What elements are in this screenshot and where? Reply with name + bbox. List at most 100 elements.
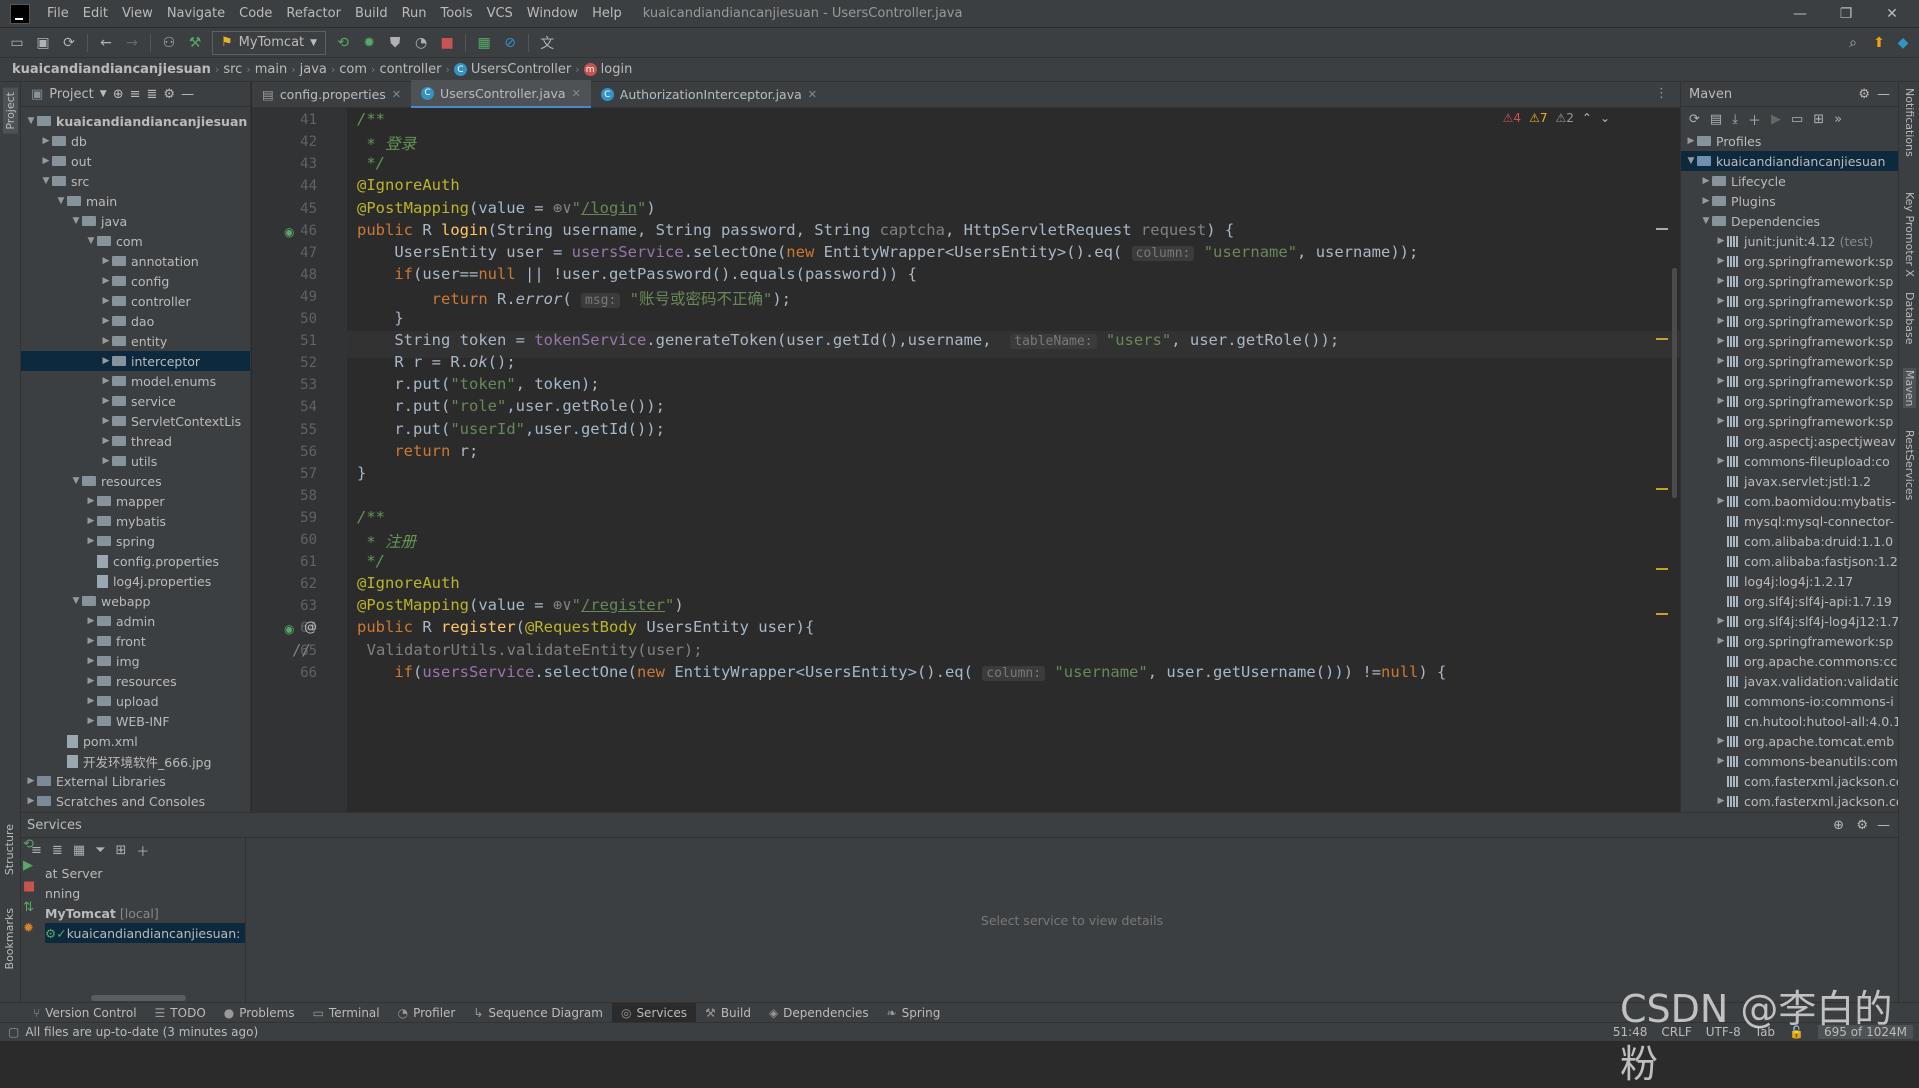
- group-by-icon[interactable]: ▦: [73, 843, 85, 858]
- expand-arrow-icon[interactable]: ▼: [25, 116, 37, 126]
- expand-arrow-icon[interactable]: ▶: [1685, 136, 1697, 146]
- code-line[interactable]: * 登录: [357, 132, 416, 154]
- maven-node[interactable]: cn.hutool:hutool-all:4.0.1: [1681, 711, 1898, 731]
- expand-arrow-icon[interactable]: ▶: [100, 256, 112, 266]
- code-line[interactable]: if(user==null || !user.getPassword().equ…: [357, 265, 917, 283]
- tree-node[interactable]: ▶ spring: [21, 531, 250, 551]
- endpoint-gutter-icon[interactable]: @: [304, 620, 317, 635]
- add-service-icon[interactable]: ⊕: [1833, 818, 1844, 833]
- rest-services-tool-tab[interactable]: RestServices: [1903, 430, 1916, 500]
- menu-tools[interactable]: Tools: [434, 6, 480, 21]
- code-line[interactable]: @PostMapping(value = ⊕∨"/login"): [357, 199, 656, 217]
- expand-arrow-icon[interactable]: ▶: [85, 716, 97, 726]
- breadcrumb-item[interactable]: m login: [580, 62, 637, 77]
- code-line[interactable]: UsersEntity user = usersService.selectOn…: [357, 243, 1418, 261]
- expand-arrow-icon[interactable]: ▶: [1715, 336, 1727, 346]
- hide-icon[interactable]: —: [1877, 818, 1890, 833]
- expand-arrow-icon[interactable]: ▶: [100, 396, 112, 406]
- tree-node[interactable]: ▶ front: [21, 631, 250, 651]
- expand-arrow-icon[interactable]: ▶: [100, 456, 112, 466]
- bottom-tool-build[interactable]: ⚒ Build: [696, 1003, 760, 1023]
- code-line[interactable]: */: [357, 552, 385, 570]
- breadcrumb-item[interactable]: src: [219, 62, 246, 77]
- code-line[interactable]: r.put("userId",user.getId());: [357, 420, 665, 438]
- maven-node[interactable]: mysql:mysql-connector-: [1681, 511, 1898, 531]
- tree-node[interactable]: ▼kuaicandiandiancanjiesuanF:\: [21, 111, 250, 131]
- run-icon[interactable]: ▶: [23, 858, 41, 873]
- tree-node[interactable]: ▶ db: [21, 131, 250, 151]
- locate-icon[interactable]: ⊕: [113, 87, 124, 102]
- update-icon[interactable]: ⬆: [1868, 32, 1890, 54]
- expand-arrow-icon[interactable]: ▶: [85, 496, 97, 506]
- code-line[interactable]: return R.error( msg: "账号或密码不正确");: [357, 287, 791, 309]
- code-line[interactable]: r.put("token", token);: [357, 375, 599, 393]
- expand-arrow-icon[interactable]: ▶: [100, 296, 112, 306]
- menu-navigate[interactable]: Navigate: [160, 6, 232, 21]
- tree-node[interactable]: ▼ webapp: [21, 591, 250, 611]
- expand-arrow-icon[interactable]: ▶: [100, 316, 112, 326]
- bottom-tool-sequence-diagram[interactable]: ↳ Sequence Diagram: [464, 1003, 612, 1023]
- tree-node[interactable]: ▶ WEB-INF: [21, 711, 250, 731]
- maven-node[interactable]: ▶ junit:junit:4.12 (test): [1681, 231, 1898, 251]
- tree-node[interactable]: ▶ model.enums: [21, 371, 250, 391]
- download-icon[interactable]: ⤓: [1732, 112, 1738, 127]
- expand-arrow-icon[interactable]: ▶: [1715, 296, 1727, 306]
- scrollbar-thumb[interactable]: [1672, 268, 1677, 498]
- code-line[interactable]: @IgnoreAuth: [357, 574, 460, 592]
- tree-node[interactable]: ▶ upload: [21, 691, 250, 711]
- expand-arrow-icon[interactable]: ▶: [1715, 616, 1727, 626]
- run-gutter-icon[interactable]: ◉: [284, 622, 294, 636]
- database-tool-tab[interactable]: Database: [1903, 292, 1916, 345]
- bottom-tool-todo[interactable]: ☰ TODO: [146, 1003, 215, 1023]
- expand-arrow-icon[interactable]: ▶: [100, 356, 112, 366]
- maven-node[interactable]: log4j:log4j:1.2.17: [1681, 571, 1898, 591]
- expand-arrow-icon[interactable]: ▶: [100, 336, 112, 346]
- tree-node[interactable]: ▼ main: [21, 191, 250, 211]
- tree-node[interactable]: pom.xml: [21, 731, 250, 751]
- tree-node[interactable]: 开发环境软件_666.jpg: [21, 751, 250, 771]
- breadcrumb-item[interactable]: com: [335, 62, 371, 77]
- maven-node[interactable]: ▶ org.springframework:sp: [1681, 331, 1898, 351]
- menu-file[interactable]: File: [40, 6, 76, 21]
- expand-arrow-icon[interactable]: ▶: [1715, 356, 1727, 366]
- tree-node[interactable]: ▶ utils: [21, 451, 250, 471]
- code-line[interactable]: public R login(String username, String p…: [357, 221, 1234, 239]
- stop-icon[interactable]: ■: [23, 879, 41, 894]
- maven-tool-tab[interactable]: Maven: [1903, 368, 1916, 409]
- tree-node[interactable]: ▶ img: [21, 651, 250, 671]
- forward-icon[interactable]: →: [121, 32, 143, 54]
- expand-arrow-icon[interactable]: ▶: [40, 136, 52, 146]
- maven-node[interactable]: ▶ org.springframework:sp: [1681, 391, 1898, 411]
- expand-arrow-icon[interactable]: ▼: [70, 476, 82, 486]
- menu-view[interactable]: View: [115, 6, 160, 21]
- maven-node[interactable]: ▶ org.springframework:sp: [1681, 371, 1898, 391]
- maven-node[interactable]: com.fasterxml.jackson.co: [1681, 771, 1898, 791]
- toggle-offline-icon[interactable]: ⊞: [1813, 112, 1824, 127]
- tree-node[interactable]: ▶ External Libraries: [21, 771, 250, 791]
- gear-icon[interactable]: ⚙: [163, 87, 175, 102]
- translate-icon[interactable]: 文: [536, 32, 558, 54]
- tree-node[interactable]: ▶ thread: [21, 431, 250, 451]
- tree-node[interactable]: ▶ entity: [21, 331, 250, 351]
- menu-help[interactable]: Help: [585, 6, 629, 21]
- maven-node[interactable]: org.apache.commons:cc: [1681, 651, 1898, 671]
- tree-node[interactable]: ▼ com: [21, 231, 250, 251]
- bottom-tool-services[interactable]: ◎ Services: [611, 1002, 697, 1023]
- run-gutter-icon[interactable]: ◉: [284, 225, 294, 239]
- expand-arrow-icon[interactable]: ▶: [85, 656, 97, 666]
- chevron-down-icon[interactable]: ▼: [100, 89, 107, 99]
- expand-arrow-icon[interactable]: ▶: [100, 416, 112, 426]
- hide-icon[interactable]: —: [1877, 87, 1890, 102]
- new-tab-icon[interactable]: ⊞: [116, 843, 127, 858]
- tree-node[interactable]: ▶ mybatis: [21, 511, 250, 531]
- maven-node[interactable]: ▶ org.springframework:sp: [1681, 631, 1898, 651]
- code-line[interactable]: /**: [357, 110, 385, 128]
- tree-node[interactable]: ▶ annotation: [21, 251, 250, 271]
- breadcrumb-item[interactable]: controller: [375, 62, 445, 77]
- code-editor[interactable]: 4041424344454647484950515253545556575859…: [252, 108, 1680, 812]
- maven-node[interactable]: commons-io:commons-i: [1681, 691, 1898, 711]
- minimize-button[interactable]: —: [1777, 0, 1823, 28]
- maven-node[interactable]: ▶ org.springframework:sp: [1681, 291, 1898, 311]
- maven-node[interactable]: javax.validation:validatio: [1681, 671, 1898, 691]
- maven-node[interactable]: ▶ Profiles: [1681, 131, 1898, 151]
